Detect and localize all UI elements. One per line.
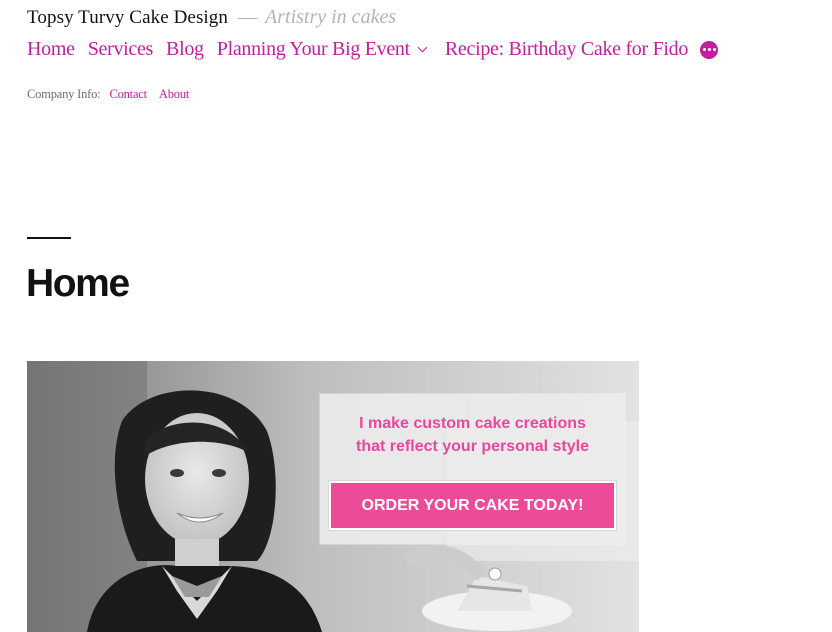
site-branding: Topsy Turvy Cake Design — Artistry in ca… [27,6,812,29]
chevron-down-icon[interactable] [417,42,428,53]
primary-menu: Home Services Blog Planning Your Big Eve… [27,38,719,61]
nav-item-label: Planning Your Big Event [216,38,410,60]
nav-item-planning[interactable]: Planning Your Big Event [217,38,432,61]
site-header: Topsy Turvy Cake Design — Artistry in ca… [27,6,812,29]
nav-item-label: Recipe: Birthday Cake for Fido [444,38,689,60]
nav-item-home[interactable]: Home [27,38,75,61]
nav-item-label: Home [27,38,75,60]
site-title[interactable]: Topsy Turvy Cake Design [27,7,228,29]
hero-headline: I make custom cake creations that reflec… [320,412,625,458]
title-divider [27,237,71,239]
nav-item-blog[interactable]: Blog [166,38,204,61]
more-dots-icon[interactable] [700,40,719,59]
order-cake-button[interactable]: ORDER YOUR CAKE TODAY! [329,481,616,530]
dot [707,48,711,51]
hero-headline-line: that reflect your personal style [356,438,589,455]
dot [702,48,706,51]
secondary-menu-label: Company Info: [27,87,101,101]
nav-item-label: Services [87,38,154,60]
hero-banner[interactable]: I make custom cake creations that reflec… [27,361,639,632]
dot [712,48,716,51]
hero-headline-line: I make custom cake creations [359,415,586,432]
nav-item-recipe[interactable]: Recipe: Birthday Cake for Fido [445,38,688,61]
tagline-separator: — [238,7,258,28]
hero-cta-panel: I make custom cake creations that reflec… [320,394,625,544]
nav-link-about[interactable]: About [159,87,189,102]
secondary-menu: Company Info: Contact About [27,87,201,102]
nav-link-contact[interactable]: Contact [109,87,147,102]
nav-item-label: Blog [166,38,204,60]
site-tagline: Artistry in cakes [265,6,397,28]
page-title: Home [26,262,130,305]
nav-item-services[interactable]: Services [87,38,154,61]
